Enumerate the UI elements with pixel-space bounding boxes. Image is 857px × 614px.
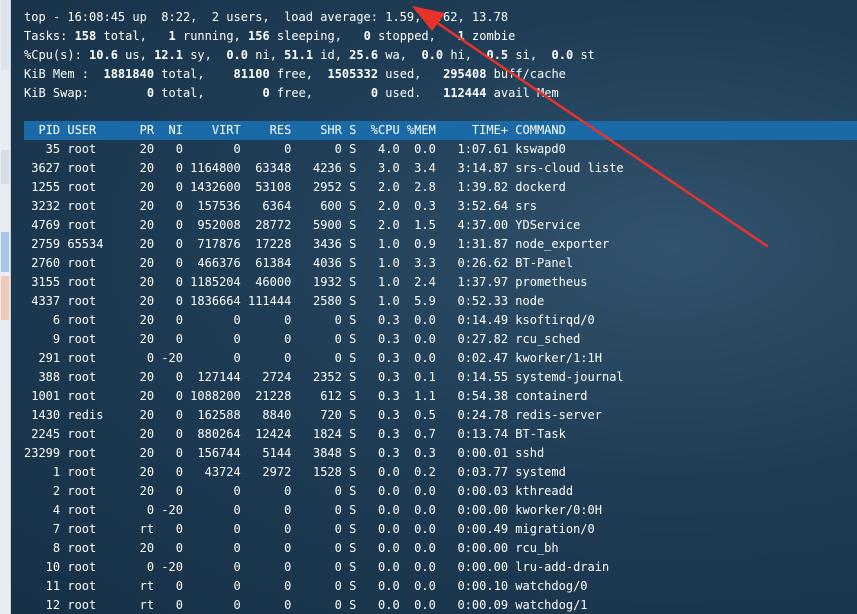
tasks-sleeping-label: sleeping, bbox=[269, 29, 364, 43]
cpu-us: 10.6 bbox=[89, 48, 118, 62]
process-row: 8 root 20 0 0 0 0 S 0.0 0.0 0:00.00 rcu_… bbox=[24, 541, 559, 555]
cpu-st-label: st bbox=[573, 48, 595, 62]
cpu-us-label: us, bbox=[117, 48, 155, 62]
swap-label: KiB Swap: bbox=[24, 86, 147, 100]
process-row: 3232 root 20 0 157536 6364 600 S 2.0 0.3… bbox=[24, 199, 537, 213]
process-row: 291 root 0 -20 0 0 0 S 0.3 0.0 0:02.47 k… bbox=[24, 351, 602, 365]
cpu-ni: 0.0 bbox=[226, 48, 249, 62]
process-row: 2245 root 20 0 880264 12424 1824 S 0.3 0… bbox=[24, 427, 566, 441]
tasks-stopped-label: stopped, bbox=[370, 29, 458, 43]
cpu-wa-label: wa, bbox=[378, 48, 422, 62]
mem-total-label: total, bbox=[154, 67, 234, 81]
strip-segment bbox=[1, 150, 9, 184]
strip-segment bbox=[1, 0, 9, 70]
cpu-hi: 0.0 bbox=[421, 48, 444, 62]
process-row: 2760 root 20 0 466376 61384 4036 S 1.0 3… bbox=[24, 256, 574, 270]
cpu-label: %Cpu(s): bbox=[24, 48, 90, 62]
summary-tasks-line: Tasks: 158 total, 1 running, 156 sleepin… bbox=[24, 27, 595, 46]
swap-total-label: total, bbox=[154, 86, 263, 100]
cpu-sy: 12.1 bbox=[154, 48, 183, 62]
tasks-label: Tasks: bbox=[24, 29, 75, 43]
mem-label: KiB Mem : bbox=[24, 67, 104, 81]
process-table-body: 35 root 20 0 0 0 0 S 4.0 0.0 1:07.61 ksw… bbox=[24, 140, 624, 614]
process-row: 1430 redis 20 0 162588 8840 720 S 0.3 0.… bbox=[24, 408, 602, 422]
tasks-total-label: total, bbox=[96, 29, 169, 43]
summary-swap-line: KiB Swap: 0 total, 0 free, 0 used. 11244… bbox=[24, 84, 595, 103]
left-window-strip bbox=[0, 0, 11, 614]
swap-used-label: used. bbox=[378, 86, 444, 100]
process-row: 35 root 20 0 0 0 0 S 4.0 0.0 1:07.61 ksw… bbox=[24, 142, 566, 156]
cpu-sy-label: sy, bbox=[182, 48, 227, 62]
process-row: 4337 root 20 0 1836664 111444 2580 S 1.0… bbox=[24, 294, 545, 308]
cpu-si-label: si, bbox=[508, 48, 552, 62]
process-row: 388 root 20 0 127144 2724 2352 S 0.3 0.1… bbox=[24, 370, 624, 384]
cpu-st: 0.0 bbox=[551, 48, 574, 62]
mem-used-label: used, bbox=[378, 67, 444, 81]
tasks-total: 158 bbox=[74, 29, 97, 43]
mem-cache-label: buff/cache bbox=[486, 67, 566, 81]
process-row: 1001 root 20 0 1088200 21228 612 S 0.3 1… bbox=[24, 389, 588, 403]
strip-segment bbox=[1, 276, 9, 320]
swap-total: 0 bbox=[146, 86, 155, 100]
top-summary: top - 16:08:45 up 8:22, 2 users, load av… bbox=[24, 8, 595, 103]
tasks-running-label: running, bbox=[175, 29, 248, 43]
tasks-running: 1 bbox=[168, 29, 176, 43]
mem-free-label: free, bbox=[269, 67, 328, 81]
process-table-header: PID USER PR NI VIRT RES SHR S %CPU %MEM … bbox=[24, 121, 857, 140]
mem-cache: 295408 bbox=[443, 67, 487, 81]
process-row: 1255 root 20 0 1432600 53108 2952 S 2.0 … bbox=[24, 180, 566, 194]
cpu-ni-label: ni, bbox=[248, 48, 285, 62]
mem-used: 1505332 bbox=[327, 67, 379, 81]
tasks-stopped: 0 bbox=[363, 29, 371, 43]
summary-cpu-line: %Cpu(s): 10.6 us, 12.1 sy, 0.0 ni, 51.1 … bbox=[24, 46, 595, 65]
process-row: 11 root rt 0 0 0 0 S 0.0 0.0 0:00.10 wat… bbox=[24, 579, 588, 593]
terminal-window[interactable]: top - 16:08:45 up 8:22, 2 users, load av… bbox=[11, 0, 857, 614]
process-row: 4769 root 20 0 952008 28772 5900 S 2.0 1… bbox=[24, 218, 581, 232]
process-header-columns: PID USER PR NI VIRT RES SHR S %CPU %MEM … bbox=[24, 123, 566, 137]
swap-free-label: free, bbox=[269, 86, 371, 100]
process-row: 7 root rt 0 0 0 0 S 0.0 0.0 0:00.49 migr… bbox=[24, 522, 595, 536]
process-row: 9 root 20 0 0 0 0 S 0.3 0.0 0:27.82 rcu_… bbox=[24, 332, 581, 346]
process-row: 6 root 20 0 0 0 0 S 0.3 0.0 0:14.49 ksof… bbox=[24, 313, 595, 327]
mem-free: 81100 bbox=[233, 67, 270, 81]
cpu-id-label: id, bbox=[313, 48, 350, 62]
swap-avail: 112444 bbox=[443, 86, 487, 100]
cpu-id: 51.1 bbox=[284, 48, 314, 62]
swap-free: 0 bbox=[262, 86, 270, 100]
tasks-sleeping: 156 bbox=[248, 29, 270, 43]
process-row: 3627 root 20 0 1164800 63348 4236 S 3.0 … bbox=[24, 161, 624, 175]
swap-avail-label: avail Mem bbox=[486, 86, 559, 100]
swap-used: 0 bbox=[370, 86, 379, 100]
process-row: 10 root 0 -20 0 0 0 S 0.0 0.0 0:00.00 lr… bbox=[24, 560, 610, 574]
process-row: 23299 root 20 0 156744 5144 3848 S 0.3 0… bbox=[24, 446, 545, 460]
tasks-zombie-label: zombie bbox=[464, 29, 516, 43]
process-row: 1 root 20 0 43724 2972 1528 S 0.0 0.2 0:… bbox=[24, 465, 566, 479]
cpu-wa: 25.6 bbox=[349, 48, 379, 62]
cpu-hi-label: hi, bbox=[443, 48, 487, 62]
process-row: 2 root 20 0 0 0 0 S 0.0 0.0 0:00.03 kthr… bbox=[24, 484, 574, 498]
strip-segment bbox=[1, 232, 9, 272]
summary-uptime-line: top - 16:08:45 up 8:22, 2 users, load av… bbox=[24, 10, 509, 24]
process-row: 12 root rt 0 0 0 0 S 0.0 0.0 0:00.09 wat… bbox=[24, 598, 588, 612]
process-row: 3155 root 20 0 1185204 46000 1932 S 1.0 … bbox=[24, 275, 588, 289]
process-row: 2759 65534 20 0 717876 17228 3436 S 1.0 … bbox=[24, 237, 610, 251]
process-row: 4 root 0 -20 0 0 0 S 0.0 0.0 0:00.00 kwo… bbox=[24, 503, 602, 517]
summary-mem-line: KiB Mem : 1881840 total, 81100 free, 150… bbox=[24, 65, 595, 84]
mem-total: 1881840 bbox=[103, 67, 155, 81]
cpu-si: 0.5 bbox=[486, 48, 509, 62]
tasks-zombie: 1 bbox=[457, 29, 465, 43]
